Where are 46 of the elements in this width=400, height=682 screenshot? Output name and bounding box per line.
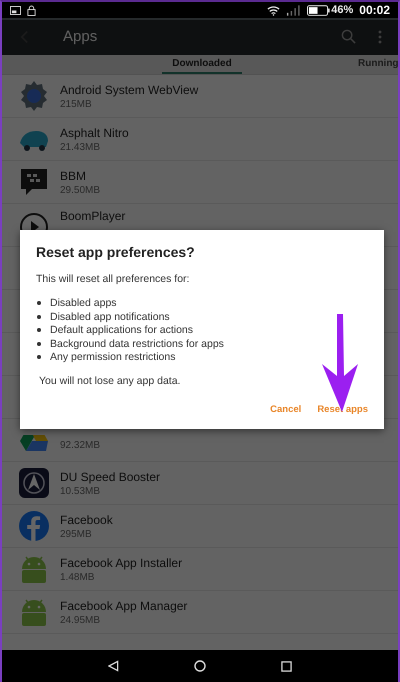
dialog-button[interactable]: Cancel <box>268 402 304 417</box>
signal-icon <box>286 4 302 16</box>
app-name: Asphalt Nitro <box>60 126 129 140</box>
recents-icon[interactable] <box>281 660 292 672</box>
dialog-note: You will not lose any app data. <box>39 375 182 387</box>
battery-icon <box>307 4 330 16</box>
wifi-icon <box>267 4 280 16</box>
app-name: Android System WebView <box>60 82 198 96</box>
list-item-text: Background data restrictions for apps <box>50 338 224 350</box>
app-name: Facebook App Manager <box>60 598 188 612</box>
app-size: 29.50MB <box>60 184 100 196</box>
list-item-text: Default applications for actions <box>50 324 193 336</box>
home-icon[interactable] <box>194 660 206 672</box>
clock-time: 00:02 <box>359 3 390 17</box>
app-size: 215MB <box>60 98 93 110</box>
app-size: 24.95MB <box>60 614 102 626</box>
app-size: 92.32MB <box>60 440 100 451</box>
image-icon <box>10 6 21 14</box>
dialog-message: This will reset all preferences for: <box>36 273 190 285</box>
app-name: Facebook App Installer <box>60 556 182 570</box>
dialog-title: Reset app preferences? <box>36 244 196 260</box>
app-name: BBM <box>60 168 88 182</box>
list-item-text: Disabled app notifications <box>50 310 170 322</box>
chat-bubble-icon <box>18 166 50 198</box>
gear-icon <box>18 80 50 112</box>
app-name: Facebook <box>60 512 113 526</box>
bullet-icon <box>37 342 41 346</box>
app-size: 1.48MB <box>60 572 96 582</box>
app-size: 295MB <box>60 528 93 540</box>
letter-icon <box>18 510 50 542</box>
bullet-icon <box>37 301 41 305</box>
app-bar-title: Apps <box>63 28 98 45</box>
tab[interactable]: Running <box>358 55 398 74</box>
app-size: 21.43MB <box>60 142 102 152</box>
list-item-text: Any permission restrictions <box>50 351 176 363</box>
lock-icon <box>27 4 36 16</box>
bullet-icon <box>37 314 41 318</box>
compass-icon <box>18 467 50 499</box>
app-name: DU Speed Booster <box>60 470 160 484</box>
back-icon[interactable] <box>108 660 119 672</box>
app-name: BoomPlayer <box>60 209 126 223</box>
battery-level: 46% <box>331 4 354 16</box>
app-size: 10.53MB <box>60 486 102 496</box>
bullet-icon <box>37 355 41 359</box>
bullet-icon <box>37 328 41 332</box>
list-item-text: Disabled apps <box>50 297 117 309</box>
